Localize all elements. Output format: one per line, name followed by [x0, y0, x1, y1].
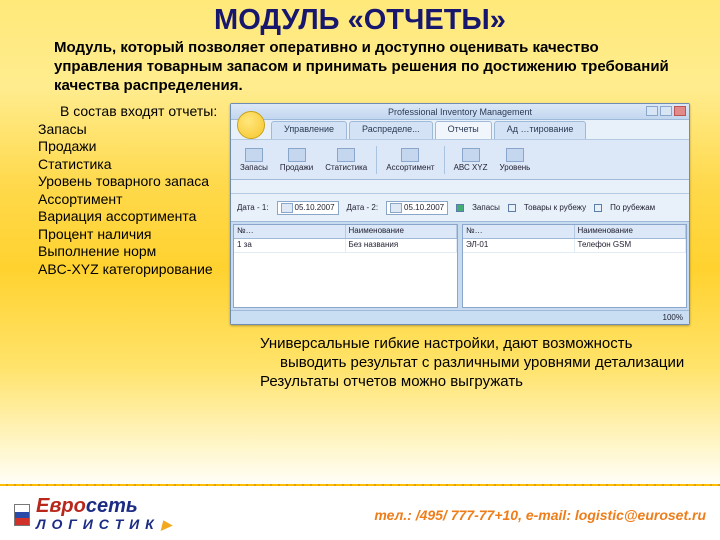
window-titlebar: Professional Inventory Management — [231, 104, 689, 120]
report-icon — [337, 148, 355, 162]
date2-label: Дата - 2: — [347, 203, 379, 212]
footer: Евросеть Л О Г И С Т И К ▶ тел.: /495/ 7… — [0, 490, 720, 540]
list-item: Процент наличия — [20, 226, 220, 244]
close-icon[interactable] — [674, 106, 686, 116]
date1-input[interactable]: 05.10.2007 — [277, 201, 339, 215]
maximize-icon[interactable] — [660, 106, 672, 116]
report-icon — [245, 148, 263, 162]
date2-input[interactable]: 05.10.2007 — [386, 201, 448, 215]
left-grid[interactable]: №…Наименование 1 заБез названия — [233, 224, 458, 308]
reports-list: В состав входят отчеты: Запасы Продажи С… — [20, 103, 220, 391]
contact-info: тел.: /495/ 777-77+10, e-mail: logistic@… — [374, 507, 706, 523]
table-row[interactable]: ЭЛ-01Телефон GSM — [463, 239, 686, 253]
tab-reports[interactable]: Отчеты — [435, 121, 492, 139]
slide-title: МОДУЛЬ «ОТЧЕТЫ» — [0, 0, 720, 37]
date1-label: Дата - 1: — [237, 203, 269, 212]
report-icon — [462, 148, 480, 162]
app-screenshot: Professional Inventory Management Управл… — [230, 103, 690, 325]
window-title: Professional Inventory Management — [388, 107, 532, 117]
list-item: ABC-XYZ категорирование — [20, 261, 220, 279]
slide-subtitle: Модуль, который позволяет оперативно и д… — [0, 37, 720, 103]
list-item: Вариация ассортимента — [20, 208, 220, 226]
list-item: Выполнение норм — [20, 243, 220, 261]
tab-admin[interactable]: Ад …тирование — [494, 121, 587, 139]
toolbar-button[interactable]: Продажи — [277, 147, 316, 173]
toolbar-button[interactable]: Ассортимент — [383, 147, 437, 173]
separator-line — [0, 484, 720, 486]
params-bar: Дата - 1: 05.10.2007 Дата - 2: 05.10.200… — [231, 194, 689, 222]
list-item: Ассортимент — [20, 191, 220, 209]
arrow-icon: ▶ — [157, 517, 173, 532]
bottom-text: Универсальные гибкие настройки, дают воз… — [230, 325, 700, 391]
ribbon-toolbar: Запасы Продажи Статистика Ассортимент АВ… — [231, 140, 689, 180]
zoom-level: 100% — [663, 313, 683, 322]
bottom-p1: Универсальные гибкие настройки, дают воз… — [234, 335, 688, 373]
checkbox[interactable] — [594, 204, 602, 212]
brand-logo: Евросеть Л О Г И С Т И К ▶ — [14, 497, 172, 533]
reports-list-header: В состав входят отчеты: — [20, 103, 220, 121]
minimize-icon[interactable] — [646, 106, 658, 116]
checkbox[interactable] — [456, 204, 464, 212]
sub-toolbar — [231, 180, 689, 194]
list-item: Запасы — [20, 121, 220, 139]
list-item: Уровень товарного запаса — [20, 173, 220, 191]
toolbar-button[interactable]: Запасы — [237, 147, 271, 173]
list-item: Продажи — [20, 138, 220, 156]
report-icon — [288, 148, 306, 162]
flag-icon — [14, 504, 30, 526]
report-icon — [506, 148, 524, 162]
toolbar-button[interactable]: АВС XYZ — [451, 147, 491, 173]
report-icon — [401, 148, 419, 162]
tab-manage[interactable]: Управление — [271, 121, 347, 139]
list-item: Статистика — [20, 156, 220, 174]
status-bar: 100% — [231, 310, 689, 324]
right-grid[interactable]: №…Наименование ЭЛ-01Телефон GSM — [462, 224, 687, 308]
start-button[interactable] — [237, 111, 265, 139]
table-row[interactable]: 1 заБез названия — [234, 239, 457, 253]
toolbar-divider — [444, 146, 445, 174]
toolbar-divider — [376, 146, 377, 174]
toolbar-button[interactable]: Статистика — [322, 147, 370, 173]
bottom-p2: Результаты отчетов можно выгружать — [234, 373, 688, 392]
tab-distribute[interactable]: Распределе... — [349, 121, 433, 139]
toolbar-button[interactable]: Уровень — [497, 147, 534, 173]
checkbox[interactable] — [508, 204, 516, 212]
